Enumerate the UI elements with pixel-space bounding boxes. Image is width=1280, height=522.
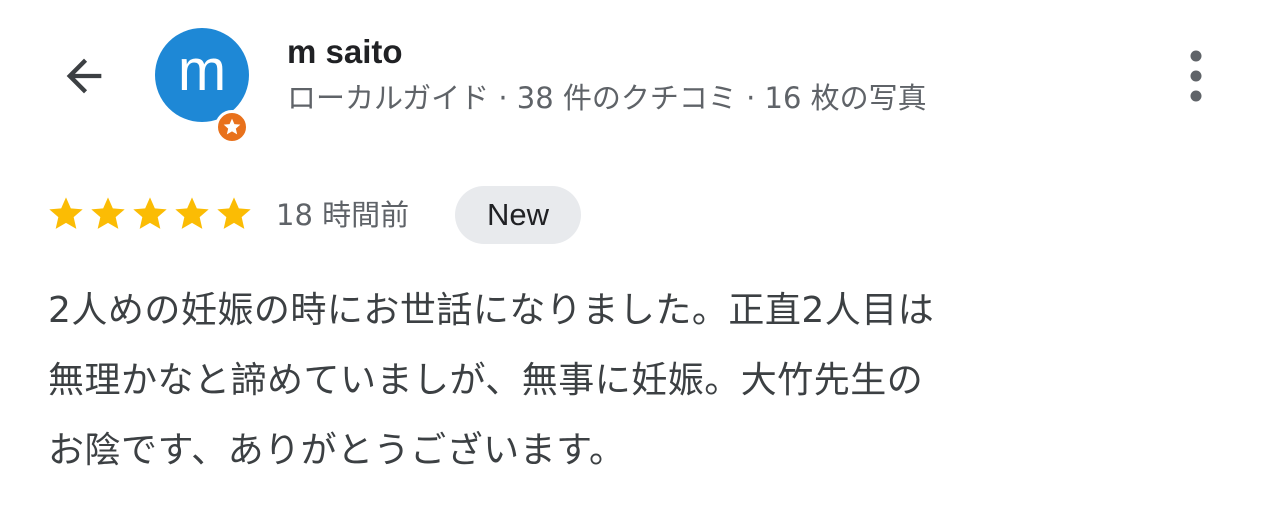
star-icon [91,197,125,229]
avatar-circle: m [155,28,249,122]
reviewer-name[interactable]: m saito [287,30,403,74]
star-icon [49,197,83,229]
star-rating [46,194,254,234]
star-icon [133,197,167,229]
arrow-back-icon [66,58,102,94]
new-badge: New [455,186,581,244]
reviewer-meta: ローカルガイド · 38 件のクチコミ · 16 枚の写真 [287,81,927,115]
local-guide-badge [215,110,249,144]
local-guide-star-icon [223,118,241,135]
back-button[interactable] [52,44,116,108]
review-time: 18 時間前 [276,198,410,232]
more-vert-icon [1190,50,1202,102]
review-text: 2人めの妊娠の時にお世話になりました。正直2人目は 無理かなと諦めていましが、無事… [48,276,1238,486]
review-text-line: 2人めの妊娠の時にお世話になりました。正直2人目は [48,290,935,331]
review-text-line: 無理かなと諦めていましが、無事に妊娠。大竹先生の [48,360,924,401]
review-text-line: お陰です、ありがとうございます。 [48,430,626,471]
avatar[interactable]: m [155,28,249,144]
more-options-button[interactable] [1172,44,1220,108]
avatar-letter: m [177,38,227,103]
star-icon [175,197,209,229]
star-icon [217,197,251,229]
